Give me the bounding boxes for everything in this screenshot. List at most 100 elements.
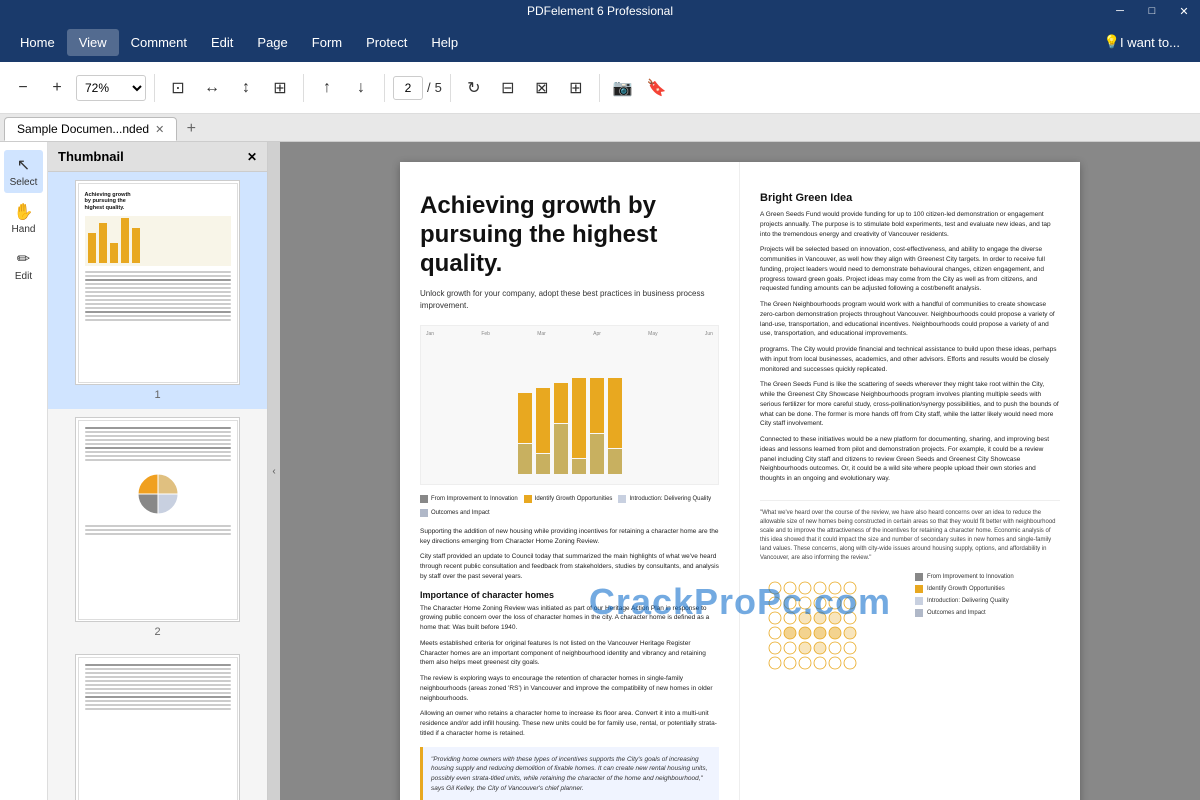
- mini-line-9: [85, 303, 231, 305]
- right-body-3: The Green Neighbourhoods program would w…: [760, 300, 1060, 339]
- right-legend-dot-1: [915, 573, 923, 581]
- mini-line-5: [85, 287, 231, 289]
- left-body-3: The Character Home Zoning Review was ini…: [420, 604, 719, 633]
- scroll-down-button[interactable]: ↓: [346, 73, 376, 103]
- mini-line-2-7: [85, 451, 231, 453]
- thumbnail-page-2[interactable]: 2: [48, 409, 267, 646]
- tab-close-icon[interactable]: ✕: [155, 123, 164, 136]
- menu-help[interactable]: Help: [419, 29, 470, 56]
- scroll-up-button[interactable]: ↑: [312, 73, 342, 103]
- page-main-title: Achieving growth by pursuing the highest…: [420, 192, 719, 278]
- mini-bar-1: [88, 233, 96, 263]
- crop2-button[interactable]: ⊟: [493, 73, 523, 103]
- mini-line-2: [85, 275, 231, 277]
- legend-4: Outcomes and Impact: [420, 509, 490, 517]
- mini-line-13: [85, 319, 231, 321]
- mini-line-1: [85, 271, 231, 273]
- collapse-handle[interactable]: ‹: [268, 142, 280, 800]
- mini-page-1: Achieving growthby pursuing thehighest q…: [78, 183, 238, 383]
- crop-button[interactable]: ⊞: [265, 73, 295, 103]
- mini-pie-chart: [133, 469, 183, 519]
- document-view[interactable]: Achieving growth by pursuing the highest…: [280, 142, 1200, 800]
- menu-edit[interactable]: Edit: [199, 29, 245, 56]
- i-want-to[interactable]: 💡 I want to...: [1092, 28, 1192, 56]
- mini-line-3-6: [85, 684, 231, 686]
- menu-home[interactable]: Home: [8, 29, 67, 56]
- fit-page-button[interactable]: ⊡: [163, 73, 193, 103]
- i-want-to-label: I want to...: [1120, 35, 1180, 50]
- right-body-1: A Green Seeds Fund would provide funding…: [760, 210, 1060, 239]
- tool-select[interactable]: ↖ Select: [4, 150, 43, 193]
- mini-line-3-5: [85, 680, 231, 682]
- tool-edit[interactable]: ✏ Edit: [4, 244, 43, 287]
- zoom-select[interactable]: 72% 50% 100% 150%: [76, 75, 146, 101]
- mini-line-3-7: [85, 688, 231, 690]
- zoom-in-button[interactable]: +: [42, 73, 72, 103]
- thumb-num-1: 1: [154, 389, 160, 401]
- legend-label-4: Outcomes and Impact: [431, 510, 490, 516]
- mini-line-2-2: [85, 431, 231, 433]
- arrange-button[interactable]: ⊞: [561, 73, 591, 103]
- right-legend-text-3: Introduction: Delivering Quality: [927, 598, 1009, 604]
- legend-dot-1: [420, 495, 428, 503]
- bar-6b: [608, 449, 622, 474]
- mini-line-2-9: [85, 459, 231, 461]
- mini-line-3-3: [85, 672, 231, 674]
- mini-line-3-8: [85, 692, 231, 694]
- mini-line-2b-3: [85, 533, 231, 535]
- legend-label-1: From Improvement to Innovation: [431, 496, 518, 502]
- menu-protect[interactable]: Protect: [354, 29, 419, 56]
- mini-line-6: [85, 291, 231, 293]
- zoom-out-button[interactable]: −: [8, 73, 38, 103]
- menu-comment[interactable]: Comment: [119, 29, 199, 56]
- thumb-num-2: 2: [154, 626, 160, 638]
- page-subtitle: Unlock growth for your company, adopt th…: [420, 288, 719, 310]
- split-button[interactable]: ⊠: [527, 73, 557, 103]
- screenshot-button[interactable]: 📷: [608, 73, 638, 103]
- right-legend-dot-3: [915, 597, 923, 605]
- right-legend-dot-4: [915, 609, 923, 617]
- menu-page[interactable]: Page: [245, 29, 299, 56]
- mini-line-8: [85, 299, 231, 301]
- tab-add-button[interactable]: +: [179, 117, 203, 141]
- right-legend-text-2: Identify Growth Opportunities: [927, 586, 1005, 592]
- menu-form[interactable]: Form: [300, 29, 354, 56]
- page-number-input[interactable]: [393, 76, 423, 100]
- hand-icon: ✋: [14, 202, 34, 222]
- mini-bar-3: [110, 243, 118, 263]
- tool-hand-label: Hand: [12, 224, 36, 235]
- right-body-5: The Green Seeds Fund is like the scatter…: [760, 380, 1060, 429]
- section-heading-importance: Importance of character homes: [420, 590, 719, 600]
- mini-line-2b-2: [85, 529, 231, 531]
- bar-2b: [536, 454, 550, 474]
- maximize-button[interactable]: □: [1136, 0, 1168, 22]
- legend-dot-3: [618, 495, 626, 503]
- close-button[interactable]: ✕: [1168, 0, 1200, 22]
- mini-line-2b-1: [85, 525, 231, 527]
- legend-label-2: Identify Growth Opportunities: [535, 496, 613, 502]
- right-legend-area: From Improvement to Innovation Identify …: [915, 573, 1060, 621]
- mini-line-7: [85, 295, 231, 297]
- thumbnail-page-1[interactable]: Achieving growthby pursuing thehighest q…: [48, 172, 267, 409]
- tool-edit-label: Edit: [15, 271, 32, 282]
- chart-labels: JanFebMarAprMayJun: [426, 331, 713, 337]
- chevron-left-icon: ‹: [272, 466, 275, 477]
- tool-hand[interactable]: ✋ Hand: [4, 197, 43, 240]
- tab-document[interactable]: Sample Documen...nded ✕: [4, 117, 177, 141]
- fit-width-button[interactable]: ↔: [197, 73, 227, 103]
- thumbnail-close-icon[interactable]: ✕: [247, 150, 257, 164]
- mini-lines-2b: [79, 523, 237, 539]
- minimize-button[interactable]: ─: [1104, 0, 1136, 22]
- tab-label: Sample Documen...nded: [17, 122, 149, 136]
- lightbulb-icon: 💡: [1104, 34, 1120, 50]
- window-controls: ─ □ ✕: [1104, 0, 1200, 22]
- thumbnail-page-3[interactable]: 3: [48, 646, 267, 800]
- separator-1: [154, 74, 155, 102]
- rotate-button[interactable]: ↻: [459, 73, 489, 103]
- mini-line-2-1: [85, 427, 231, 429]
- menu-view[interactable]: View: [67, 29, 119, 56]
- mini-lines-3: [79, 658, 237, 714]
- fit-height-button[interactable]: ↕: [231, 73, 261, 103]
- bookmark-button[interactable]: 🔖: [642, 73, 672, 103]
- mini-line-4: [85, 283, 231, 285]
